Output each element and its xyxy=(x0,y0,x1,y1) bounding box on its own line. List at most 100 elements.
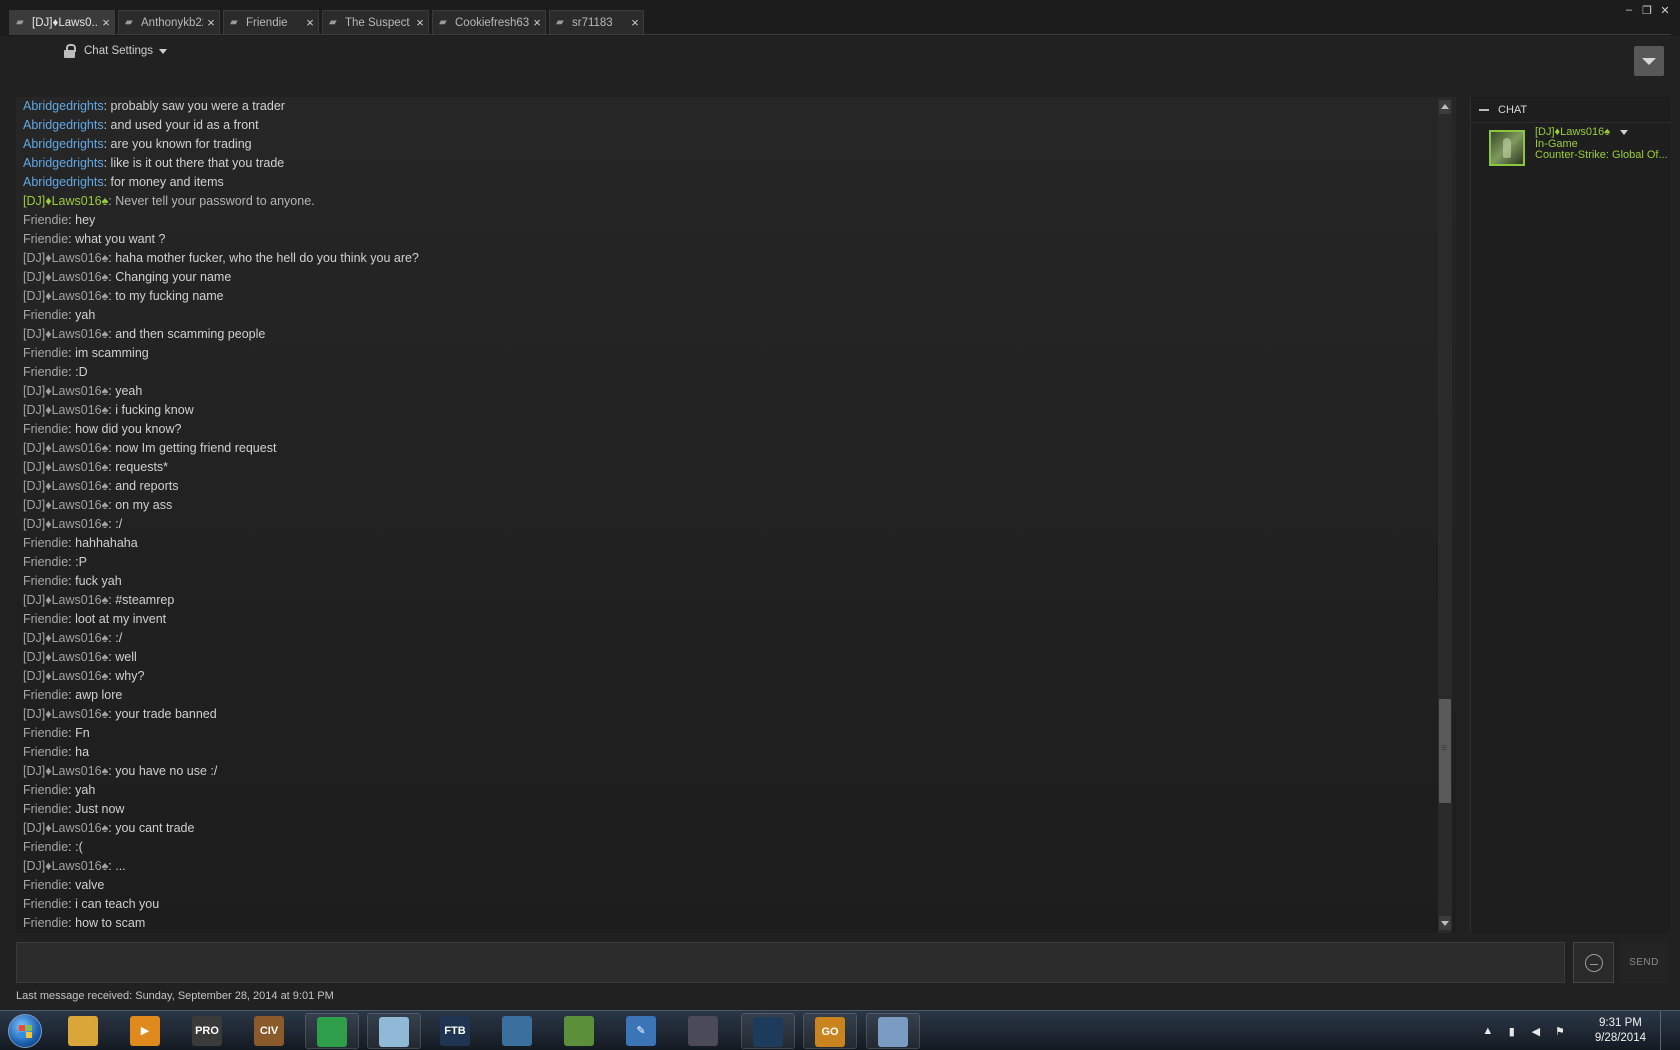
message-sender[interactable]: Abridgedrights xyxy=(23,175,104,189)
clock[interactable]: 9:31 PM 9/28/2014 xyxy=(1595,1016,1646,1046)
message-sender[interactable]: [DJ]♦Laws016♠ xyxy=(23,669,108,683)
message-sender[interactable]: [DJ]♦Laws016♠ xyxy=(23,289,108,303)
message-sender[interactable]: [DJ]♦Laws016♠ xyxy=(23,479,108,493)
message-sender[interactable]: Friendie xyxy=(23,574,68,588)
message-sender[interactable]: Friendie xyxy=(23,802,68,816)
message-sender[interactable]: [DJ]♦Laws016♠ xyxy=(23,441,108,455)
tab-dj-laws[interactable]: ▰ [DJ]♦Laws0... × xyxy=(9,10,115,34)
tab-sr71183[interactable]: ▰ sr71183 × xyxy=(549,10,644,34)
restore-icon[interactable]: ❐ xyxy=(1638,4,1656,20)
message-sender[interactable]: [DJ]♦Laws016♠ xyxy=(23,194,108,208)
taskbar-app[interactable]: ▶ xyxy=(119,1013,173,1049)
start-button[interactable] xyxy=(2,1012,48,1050)
taskbar-app[interactable] xyxy=(866,1013,920,1049)
taskbar-app[interactable] xyxy=(305,1013,359,1049)
message-sender[interactable]: [DJ]♦Laws016♠ xyxy=(23,251,108,265)
lock-icon xyxy=(64,44,76,58)
message-sender[interactable]: [DJ]♦Laws016♠ xyxy=(23,270,108,284)
close-icon[interactable]: × xyxy=(302,15,318,30)
collapse-icon[interactable] xyxy=(1479,108,1489,111)
taskbar-app[interactable] xyxy=(741,1013,795,1049)
message-sender[interactable]: [DJ]♦Laws016♠ xyxy=(23,593,108,607)
message-sender[interactable]: Abridgedrights xyxy=(23,137,104,151)
taskbar-app[interactable]: GO xyxy=(803,1013,857,1049)
friends-dropdown-button[interactable] xyxy=(1634,46,1664,76)
message-sender[interactable]: Friendie xyxy=(23,897,68,911)
close-window-icon[interactable]: ✕ xyxy=(1656,4,1674,20)
minimize-icon[interactable]: ‒ xyxy=(1620,4,1638,20)
close-icon[interactable]: × xyxy=(98,15,114,30)
show-desktop-button[interactable] xyxy=(1660,1011,1672,1050)
message-sender[interactable]: Friendie xyxy=(23,688,68,702)
taskbar-app[interactable] xyxy=(491,1013,545,1049)
volume-icon[interactable]: ◀ xyxy=(1527,1025,1545,1038)
friends-panel-title: CHAT xyxy=(1498,103,1528,116)
taskbar-app[interactable]: PRO xyxy=(181,1013,235,1049)
message-sender[interactable]: Friendie xyxy=(23,840,68,854)
message-sender[interactable]: Friendie xyxy=(23,346,68,360)
message-sender[interactable]: [DJ]♦Laws016♠ xyxy=(23,327,108,341)
message-sender[interactable]: [DJ]♦Laws016♠ xyxy=(23,403,108,417)
avatar[interactable] xyxy=(1489,130,1525,166)
scroll-thumb[interactable] xyxy=(1439,699,1451,803)
message-sender[interactable]: Friendie xyxy=(23,308,68,322)
message-sender[interactable]: [DJ]♦Laws016♠ xyxy=(23,384,108,398)
message-sender[interactable]: Friendie xyxy=(23,612,68,626)
taskbar-app[interactable]: ✎ xyxy=(615,1013,669,1049)
taskbar-app[interactable] xyxy=(553,1013,607,1049)
message-sender[interactable]: [DJ]♦Laws016♠ xyxy=(23,859,108,873)
message-input[interactable] xyxy=(16,942,1565,983)
message-sender[interactable]: Friendie xyxy=(23,783,68,797)
message-sender[interactable]: Friendie xyxy=(23,213,68,227)
emoticon-icon xyxy=(1585,954,1603,972)
chevron-down-icon[interactable] xyxy=(1620,130,1629,136)
scroll-down-icon[interactable] xyxy=(1439,916,1451,930)
tab-cookiefresh63[interactable]: ▰ Cookiefresh63 × xyxy=(432,10,546,34)
message-sender[interactable]: [DJ]♦Laws016♠ xyxy=(23,631,108,645)
tab-the-suspect[interactable]: ▰ The Suspect × xyxy=(322,10,429,34)
message-scrollbar[interactable] xyxy=(1438,97,1452,933)
send-button[interactable]: SEND xyxy=(1620,942,1668,983)
tray-arrow-icon[interactable]: ▲ xyxy=(1479,1025,1497,1037)
close-icon[interactable]: × xyxy=(627,15,643,30)
scroll-up-icon[interactable] xyxy=(1439,100,1451,114)
emoticon-button[interactable] xyxy=(1573,942,1614,983)
message-sender[interactable]: [DJ]♦Laws016♠ xyxy=(23,821,108,835)
message-sender[interactable]: Abridgedrights xyxy=(23,118,104,132)
message-sender[interactable]: Friendie xyxy=(23,536,68,550)
message-sender[interactable]: [DJ]♦Laws016♠ xyxy=(23,498,108,512)
tab-friendie[interactable]: ▰ Friendie × xyxy=(223,10,319,34)
message-sender[interactable]: [DJ]♦Laws016♠ xyxy=(23,460,108,474)
message-sender[interactable]: Friendie xyxy=(23,916,68,930)
action-center-icon[interactable]: ⚑ xyxy=(1551,1025,1569,1038)
tab-anthonykb22[interactable]: ▰ Anthonykb22 × xyxy=(118,10,220,34)
message-sender[interactable]: [DJ]♦Laws016♠ xyxy=(23,764,108,778)
message-sender[interactable]: Friendie xyxy=(23,745,68,759)
taskbar-app[interactable]: CIV xyxy=(243,1013,297,1049)
chat-settings-menu[interactable]: Chat Settings xyxy=(64,44,168,58)
message-sender[interactable]: Abridgedrights xyxy=(23,99,104,113)
message-sender[interactable]: Friendie xyxy=(23,726,68,740)
message-sender[interactable]: [DJ]♦Laws016♠ xyxy=(23,517,108,531)
taskbar-app[interactable] xyxy=(677,1013,731,1049)
close-icon[interactable]: × xyxy=(529,15,545,30)
friend-entry[interactable]: [DJ]♦Laws016♠ In-Game Counter-Strike: Gl… xyxy=(1471,126,1670,173)
message-sender[interactable]: Friendie xyxy=(23,878,68,892)
chat-message: [DJ]♦Laws016♠: Never tell your password … xyxy=(23,192,1434,211)
chat-bubble-icon: ▰ xyxy=(439,17,447,28)
close-icon[interactable]: × xyxy=(203,15,219,30)
taskbar-app[interactable] xyxy=(57,1013,111,1049)
taskbar-app[interactable]: FTB xyxy=(429,1013,483,1049)
message-sender[interactable]: Friendie xyxy=(23,365,68,379)
close-icon[interactable]: × xyxy=(412,15,428,30)
taskbar-app[interactable] xyxy=(367,1013,421,1049)
message-log[interactable]: Abridgedrights: probably saw you were a … xyxy=(16,97,1456,933)
message-sender[interactable]: Abridgedrights xyxy=(23,156,104,170)
message-sender[interactable]: Friendie xyxy=(23,555,68,569)
message-sender[interactable]: Friendie xyxy=(23,422,68,436)
message-sender[interactable]: Friendie xyxy=(23,232,68,246)
friends-panel-header[interactable]: CHAT xyxy=(1471,97,1670,123)
message-sender[interactable]: [DJ]♦Laws016♠ xyxy=(23,707,108,721)
message-sender[interactable]: [DJ]♦Laws016♠ xyxy=(23,650,108,664)
network-icon[interactable]: ▮ xyxy=(1503,1025,1521,1038)
